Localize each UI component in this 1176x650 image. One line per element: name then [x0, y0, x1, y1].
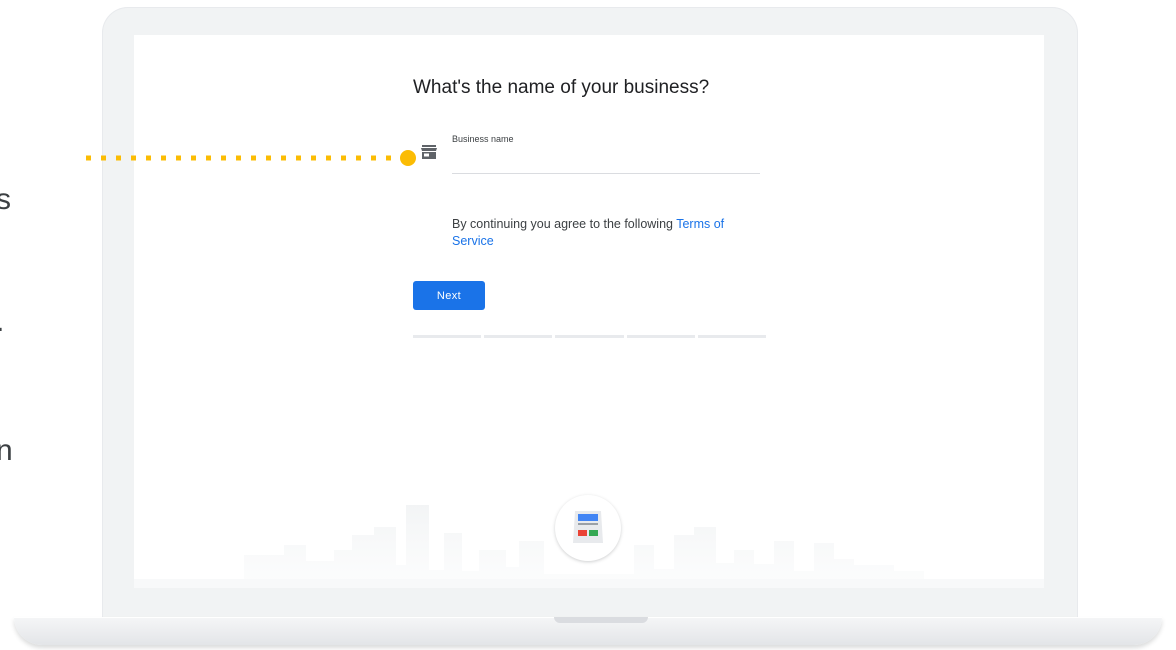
next-button[interactable]: Next — [413, 281, 485, 310]
business-name-input[interactable] — [452, 148, 752, 170]
clipped-text-fragment-3: n — [0, 434, 13, 467]
page-title: What's the name of your business? — [413, 77, 710, 98]
laptop-notch — [554, 617, 648, 623]
progress-step-3 — [555, 335, 624, 338]
progress-step-5 — [697, 335, 767, 338]
business-badge — [555, 495, 621, 561]
progress-step-4 — [626, 335, 695, 338]
progress-step-1 — [413, 335, 482, 338]
laptop-base — [14, 617, 1162, 645]
dotted-connector — [86, 150, 416, 166]
progress-bar — [413, 335, 767, 338]
terms-text: By continuing you agree to the following — [452, 217, 677, 231]
business-name-label: Business name — [452, 134, 514, 144]
clipped-text-fragment-2: . — [0, 305, 4, 339]
laptop-screen: What's the name of your business? Busine… — [134, 35, 1044, 588]
clipped-text-fragment-1: s — [0, 183, 11, 216]
terms-notice: By continuing you agree to the following… — [452, 216, 752, 250]
progress-step-2 — [484, 335, 553, 338]
business-name-field: Business name — [452, 132, 760, 174]
business-listing-icon — [573, 511, 603, 543]
